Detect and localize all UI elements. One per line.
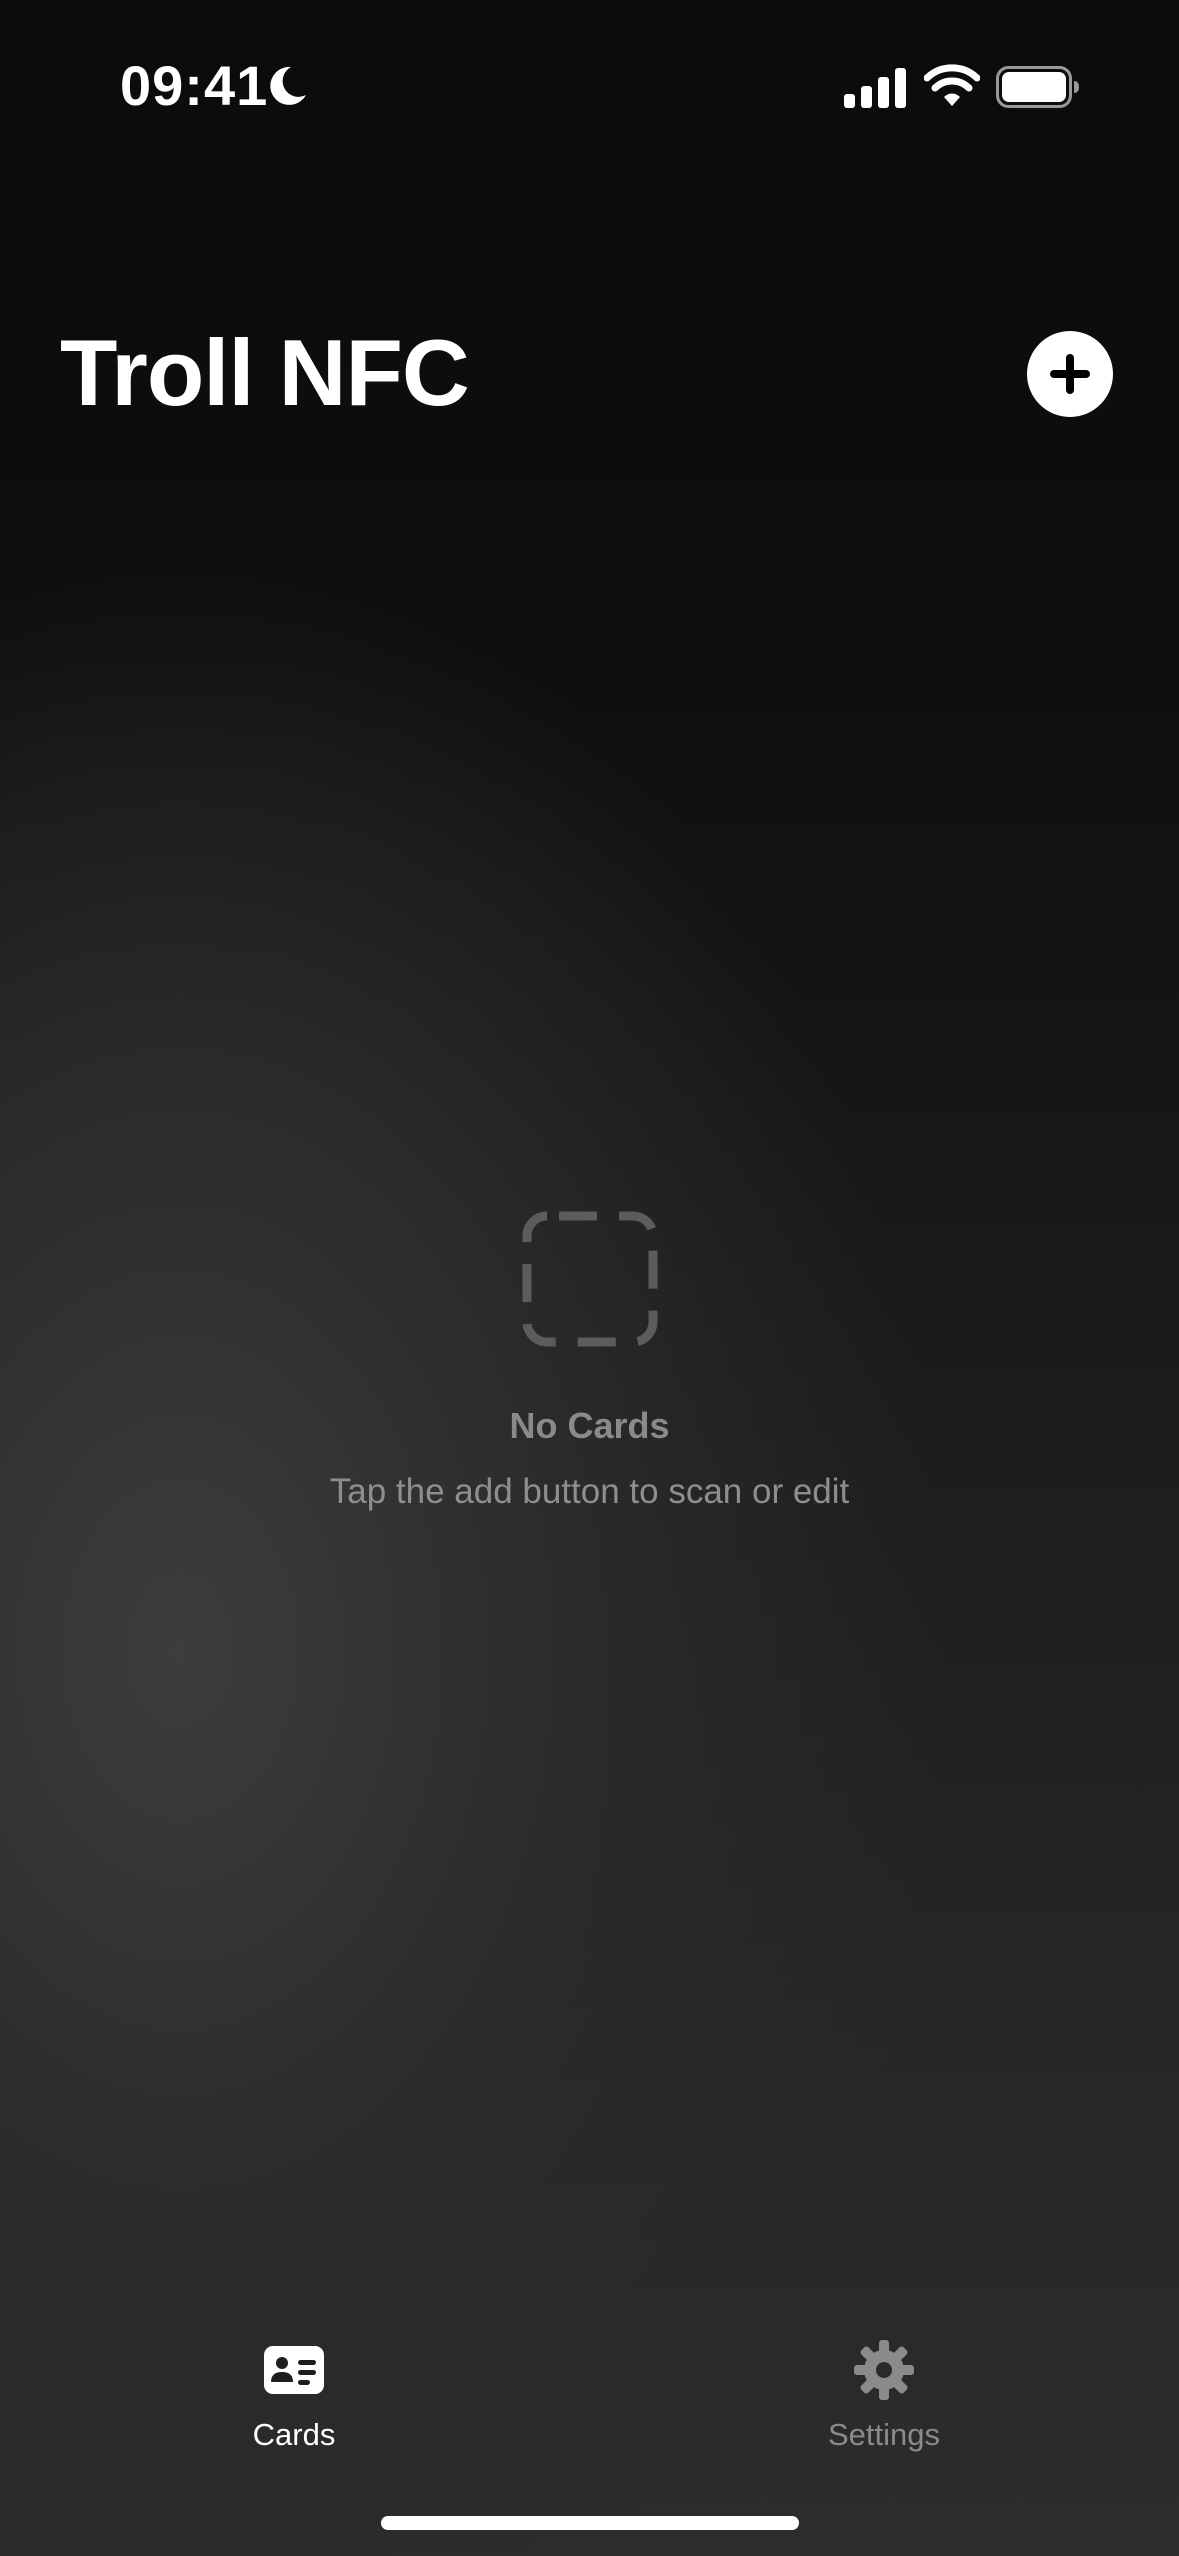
person-card-icon	[264, 2346, 324, 2394]
page-title: Troll NFC	[60, 320, 470, 425]
tab-settings-label: Settings	[827, 2417, 940, 2452]
moon-icon	[270, 66, 306, 105]
plus-icon	[1050, 354, 1090, 394]
gear-icon	[854, 2340, 914, 2400]
tab-bar: Cards Settings	[0, 2320, 1179, 2460]
status-bar: 09:41	[0, 0, 1179, 170]
status-time: 09:41	[120, 54, 269, 117]
tab-cards[interactable]: Cards	[144, 2320, 444, 2460]
battery-icon	[996, 66, 1079, 108]
tab-cards-label: Cards	[252, 2417, 336, 2452]
add-button[interactable]	[1027, 331, 1113, 417]
tab-settings[interactable]: Settings	[734, 2320, 1034, 2460]
empty-state-subtitle: Tap the add button to scan or edit	[329, 1472, 850, 1511]
empty-state-title: No Cards	[509, 1405, 670, 1446]
wifi-icon	[924, 64, 980, 106]
empty-state: No Cards Tap the add button to scan or e…	[0, 1210, 1179, 1514]
home-indicator[interactable]	[381, 2516, 799, 2530]
cellular-signal-icon	[844, 68, 906, 108]
dashed-square-icon	[522, 1211, 657, 1347]
